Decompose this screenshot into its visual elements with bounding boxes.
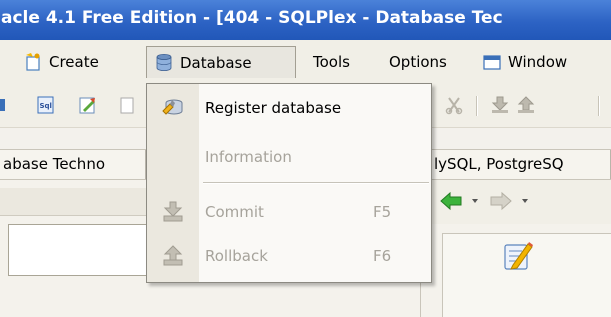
menu-database[interactable]: Database — [146, 46, 296, 78]
back-arrow-icon[interactable] — [439, 189, 463, 217]
menu-item-information[interactable]: Information — [147, 139, 431, 175]
menu-tools[interactable]: Tools — [306, 46, 357, 78]
commit-icon — [161, 201, 185, 223]
edit-sql-icon[interactable] — [78, 95, 98, 115]
forward-arrow-icon[interactable] — [489, 189, 513, 217]
menu-item-label: Register database — [205, 99, 342, 117]
toolbar-separator — [598, 96, 600, 116]
menu-item-register-database[interactable]: Register database — [147, 90, 431, 126]
rollback-icon[interactable] — [516, 95, 536, 115]
menu-window-label: Window — [508, 53, 568, 71]
tab-mysql-postgresql[interactable]: lySQL, PostgreSQ — [430, 150, 611, 179]
back-dropdown-icon[interactable] — [471, 194, 479, 212]
menu-item-shortcut: F6 — [373, 247, 392, 265]
database-menu-dropdown: Register database Information Commit F5 … — [146, 83, 432, 283]
navigation-row — [421, 180, 611, 224]
edit-notes-icon[interactable] — [498, 237, 536, 279]
sql-editor-icon[interactable]: Sql — [36, 95, 56, 115]
action-card — [442, 233, 611, 317]
svg-text:Sql: Sql — [40, 102, 52, 110]
rollback-icon — [161, 245, 185, 267]
tab-database-technology[interactable]: abase Techno — [0, 150, 146, 179]
document-icon[interactable] — [118, 95, 138, 115]
menu-item-label: Rollback — [205, 247, 268, 265]
commit-icon[interactable] — [490, 95, 510, 115]
menu-item-label: Information — [205, 148, 292, 166]
menu-item-commit[interactable]: Commit F5 — [147, 194, 431, 230]
window-icon — [482, 52, 502, 72]
menu-tools-label: Tools — [313, 53, 350, 71]
menu-database-label: Database — [180, 53, 252, 72]
menu-separator — [203, 182, 429, 184]
tab-label: lySQL, PostgreSQ — [434, 155, 564, 173]
database-icon — [154, 53, 174, 73]
toolbar-separator — [476, 96, 478, 116]
register-database-icon — [161, 97, 185, 119]
menu-bar: Create Database Tools Options Window — [0, 40, 611, 84]
create-icon — [23, 52, 43, 72]
window-title: acle 4.1 Free Edition - [404 - SQLPlex -… — [1, 8, 503, 28]
menu-create[interactable]: Create — [16, 46, 106, 78]
menu-item-shortcut: F5 — [373, 203, 392, 221]
forward-dropdown-icon[interactable] — [521, 194, 529, 212]
cut-icon[interactable] — [444, 95, 464, 115]
menu-item-label: Commit — [205, 203, 264, 221]
menu-window[interactable]: Window — [475, 46, 574, 78]
menu-create-label: Create — [49, 53, 99, 71]
menu-item-rollback[interactable]: Rollback F6 — [147, 238, 431, 274]
menu-options[interactable]: Options — [382, 46, 454, 78]
toolbar-grip — [0, 95, 6, 115]
menu-options-label: Options — [389, 53, 447, 71]
window-title-bar: acle 4.1 Free Edition - [404 - SQLPlex -… — [0, 0, 611, 40]
tab-label: abase Techno — [3, 155, 105, 173]
side-panel — [420, 180, 611, 317]
